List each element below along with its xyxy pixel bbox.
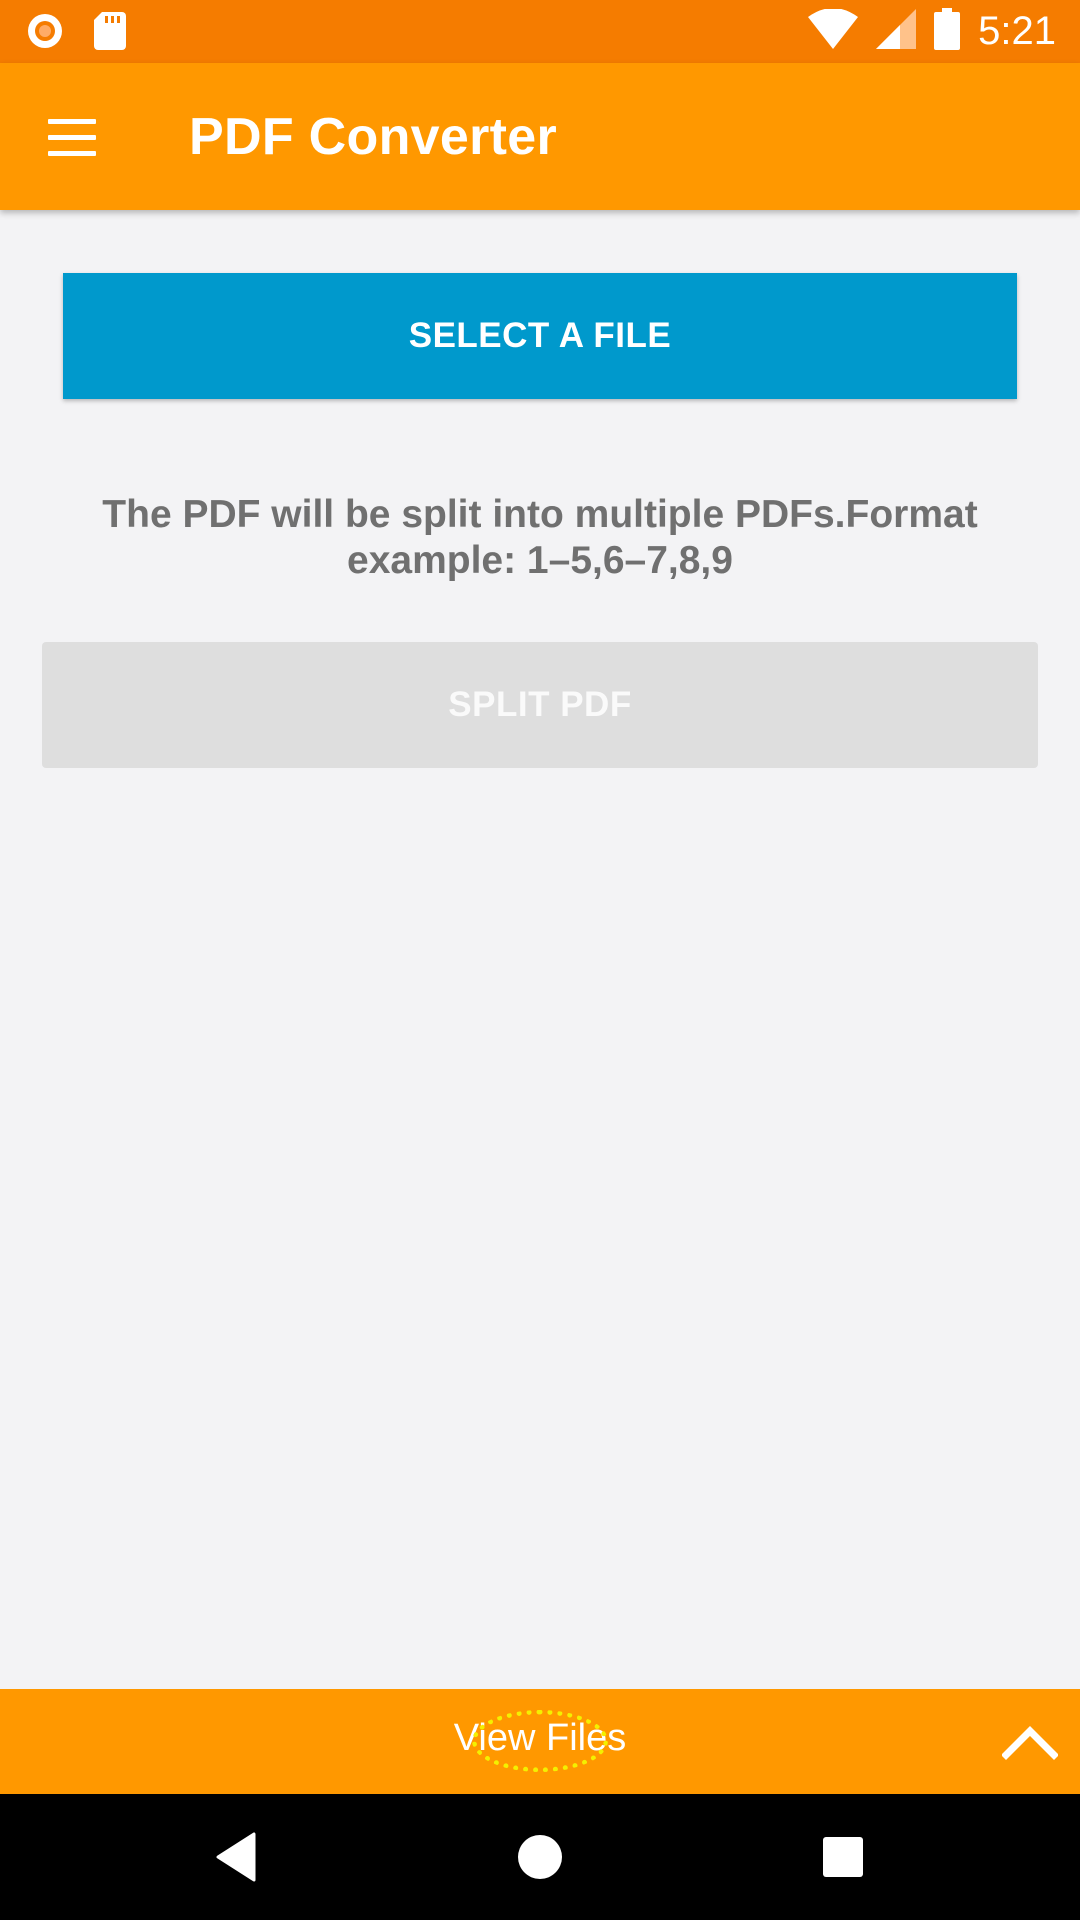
- menu-line: [48, 118, 96, 124]
- select-file-button[interactable]: SELECT A FILE: [63, 273, 1017, 399]
- recents-icon[interactable]: [810, 1824, 876, 1890]
- back-icon[interactable]: [210, 1824, 276, 1890]
- notification-record-icon: [26, 12, 64, 55]
- status-time: 5:21: [978, 9, 1056, 53]
- status-left-icons: [26, 12, 126, 55]
- cell-signal-icon: [876, 9, 917, 54]
- battery-icon: [934, 8, 961, 55]
- status-bar: 5:21: [0, 0, 1080, 63]
- split-format-hint: The PDF will be split into multiple PDFs…: [102, 493, 978, 582]
- status-right-icons: 5:21: [808, 8, 1056, 55]
- sd-card-icon: [94, 12, 126, 55]
- touch-indicator: [472, 1710, 608, 1772]
- view-files-bottom-sheet[interactable]: View Files: [0, 1689, 1080, 1794]
- hamburger-menu-icon[interactable]: [34, 103, 110, 171]
- wifi-icon: [808, 8, 859, 54]
- menu-line: [48, 150, 96, 156]
- app-title: PDF Converter: [189, 108, 557, 166]
- chevron-up-icon[interactable]: [1001, 1713, 1059, 1769]
- home-icon[interactable]: [507, 1824, 573, 1890]
- menu-line: [48, 134, 96, 140]
- split-pdf-button[interactable]: SPLIT PDF: [42, 642, 1038, 768]
- system-nav-bar: [0, 1794, 1080, 1920]
- app-bar: PDF Converter: [0, 63, 1080, 210]
